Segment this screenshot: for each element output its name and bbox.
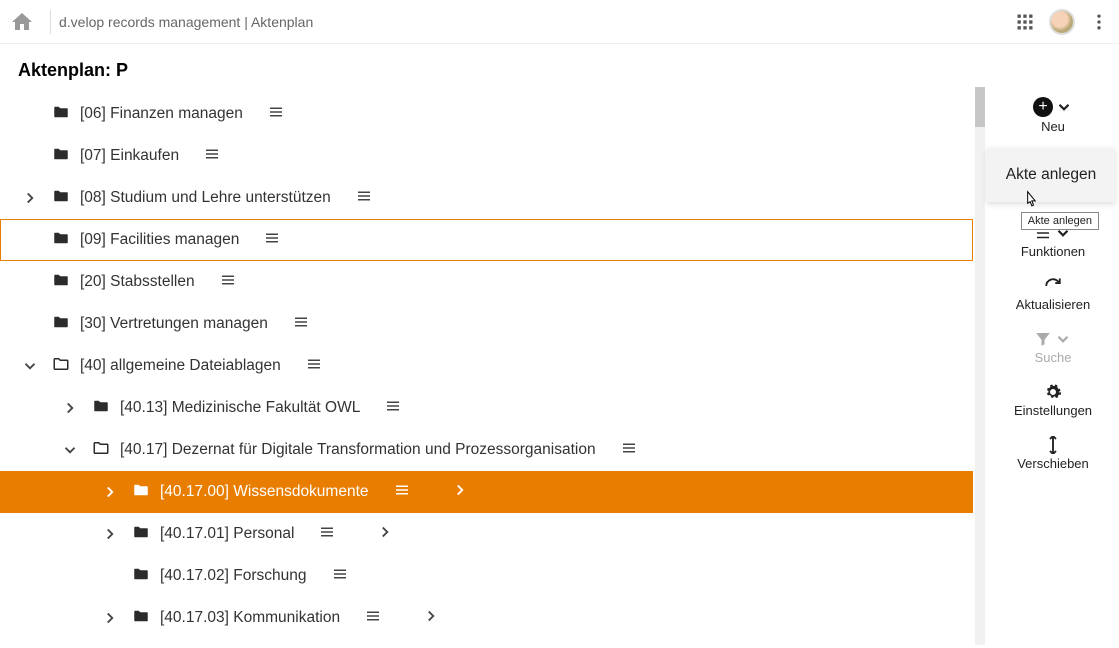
sidebar-verschieben[interactable]: Verschieben bbox=[1017, 436, 1089, 471]
sidebar-einstellungen-label: Einstellungen bbox=[1014, 403, 1092, 418]
row-menu-icon[interactable] bbox=[205, 271, 237, 294]
folder-icon bbox=[132, 565, 150, 588]
row-menu-icon[interactable] bbox=[379, 481, 411, 504]
tree-row-label: [40.17.02] Forschung bbox=[160, 567, 307, 585]
tree-row-label: [40.17.01] Personal bbox=[160, 525, 294, 543]
tree-row-401701[interactable]: [40.17.01] Personal bbox=[0, 513, 973, 555]
tree-row-label: [09] Facilities managen bbox=[80, 231, 239, 249]
tree-row-06[interactable]: [06] Finanzen managen bbox=[0, 93, 973, 135]
tooltip: Akte anlegen bbox=[1021, 212, 1099, 230]
expand-icon[interactable] bbox=[98, 483, 122, 501]
divider bbox=[50, 10, 51, 34]
neu-dropdown: Akte anlegen bbox=[987, 148, 1115, 202]
row-menu-icon[interactable] bbox=[317, 565, 349, 588]
breadcrumb: d.velop records management | Aktenplan bbox=[59, 14, 313, 30]
sidebar-einstellungen[interactable]: Einstellungen bbox=[1014, 383, 1092, 418]
filter-icon bbox=[1034, 330, 1052, 348]
expand-icon[interactable] bbox=[58, 441, 82, 459]
tree-row-401700[interactable]: [40.17.00] Wissensdokumente bbox=[0, 471, 973, 513]
sidebar-funktionen-label: Funktionen bbox=[1021, 244, 1085, 259]
folder-icon bbox=[52, 145, 70, 168]
row-menu-icon[interactable] bbox=[291, 355, 323, 378]
tree-row-4013[interactable]: [40.13] Medizinische Fakultät OWL bbox=[0, 387, 973, 429]
tree-row-label: [30] Vertretungen managen bbox=[80, 315, 268, 333]
tree-row-08[interactable]: [08] Studium und Lehre unterstützen bbox=[0, 177, 973, 219]
tree-row-label: [40.17.00] Wissensdokumente bbox=[160, 483, 369, 501]
folder-icon bbox=[52, 313, 70, 336]
folder-icon bbox=[92, 397, 110, 420]
tree-row-20[interactable]: [20] Stabsstellen bbox=[0, 261, 973, 303]
gear-icon bbox=[1044, 383, 1062, 401]
expand-icon[interactable] bbox=[98, 525, 122, 543]
tree-row-label: [40.13] Medizinische Fakultät OWL bbox=[120, 399, 360, 417]
sidebar-neu-label: Neu bbox=[1041, 119, 1065, 134]
folder-icon bbox=[52, 187, 70, 210]
row-menu-icon[interactable] bbox=[606, 439, 638, 462]
page-title: Aktenplan: P bbox=[0, 44, 1119, 87]
row-menu-icon[interactable] bbox=[249, 229, 281, 252]
tree-row-401703[interactable]: [40.17.03] Kommunikation bbox=[0, 597, 973, 639]
sidebar-suche[interactable]: Suche bbox=[1034, 330, 1072, 365]
more-icon[interactable] bbox=[1089, 12, 1109, 32]
sidebar-suche-label: Suche bbox=[1035, 350, 1072, 365]
expand-icon[interactable] bbox=[58, 399, 82, 417]
chevron-down-icon bbox=[1054, 330, 1072, 348]
tree-row-label: [06] Finanzen managen bbox=[80, 105, 243, 123]
tree-panel: [06] Finanzen managen [07] Einkaufen [08] … bbox=[0, 87, 973, 645]
row-chevron-icon[interactable] bbox=[421, 481, 469, 504]
folder-icon bbox=[52, 355, 70, 378]
tree-row-401702[interactable]: [40.17.02] Forschung bbox=[0, 555, 973, 597]
tree-row-label: [40.17] Dezernat für Digitale Transforma… bbox=[120, 441, 596, 459]
tree-row-label: [07] Einkaufen bbox=[80, 147, 179, 165]
top-bar: d.velop records management | Aktenplan bbox=[0, 0, 1119, 44]
folder-icon bbox=[52, 271, 70, 294]
home-icon[interactable] bbox=[10, 10, 34, 34]
tree-row-40[interactable]: [40] allgemeine Dateiablagen bbox=[0, 345, 973, 387]
plus-icon: + bbox=[1033, 97, 1053, 117]
row-menu-icon[interactable] bbox=[350, 607, 382, 630]
folder-icon bbox=[52, 229, 70, 252]
tree-row-label: [40] allgemeine Dateiablagen bbox=[80, 357, 281, 375]
refresh-icon bbox=[1044, 277, 1062, 295]
folder-icon bbox=[92, 439, 110, 462]
expand-icon[interactable] bbox=[18, 357, 42, 375]
tree-row-30[interactable]: [30] Vertretungen managen bbox=[0, 303, 973, 345]
tree-row-label: [40.17.03] Kommunikation bbox=[160, 609, 340, 627]
tree-row-4017[interactable]: [40.17] Dezernat für Digitale Transforma… bbox=[0, 429, 973, 471]
row-menu-icon[interactable] bbox=[304, 523, 336, 546]
sidebar-verschieben-label: Verschieben bbox=[1017, 456, 1089, 471]
row-chevron-icon[interactable] bbox=[346, 523, 394, 546]
row-menu-icon[interactable] bbox=[189, 145, 221, 168]
row-menu-icon[interactable] bbox=[278, 313, 310, 336]
expand-icon[interactable] bbox=[98, 609, 122, 627]
sidebar-aktualisieren[interactable]: Aktualisieren bbox=[1016, 277, 1090, 312]
sidebar-aktualisieren-label: Aktualisieren bbox=[1016, 297, 1090, 312]
move-icon bbox=[1044, 436, 1062, 454]
expand-icon[interactable] bbox=[18, 189, 42, 207]
sidebar-neu[interactable]: + Neu bbox=[1033, 97, 1073, 134]
tree-row-label: [08] Studium und Lehre unterstützen bbox=[80, 189, 331, 207]
tree-row-09[interactable]: [09] Facilities managen bbox=[0, 219, 973, 261]
row-chevron-icon[interactable] bbox=[392, 607, 440, 630]
user-avatar[interactable] bbox=[1049, 9, 1075, 35]
apps-icon[interactable] bbox=[1015, 12, 1035, 32]
folder-icon bbox=[132, 607, 150, 630]
row-menu-icon[interactable] bbox=[370, 397, 402, 420]
folder-icon bbox=[132, 523, 150, 546]
chevron-down-icon bbox=[1055, 98, 1073, 116]
tree-row-label: [20] Stabsstellen bbox=[80, 273, 195, 291]
folder-icon bbox=[52, 103, 70, 126]
folder-icon bbox=[132, 481, 150, 504]
cursor-pointer-icon bbox=[1021, 189, 1041, 211]
scrollbar[interactable] bbox=[973, 87, 987, 645]
row-menu-icon[interactable] bbox=[341, 187, 373, 210]
tree-row-07[interactable]: [07] Einkaufen bbox=[0, 135, 973, 177]
row-menu-icon[interactable] bbox=[253, 103, 285, 126]
dropdown-akte-anlegen[interactable]: Akte anlegen bbox=[987, 162, 1115, 188]
